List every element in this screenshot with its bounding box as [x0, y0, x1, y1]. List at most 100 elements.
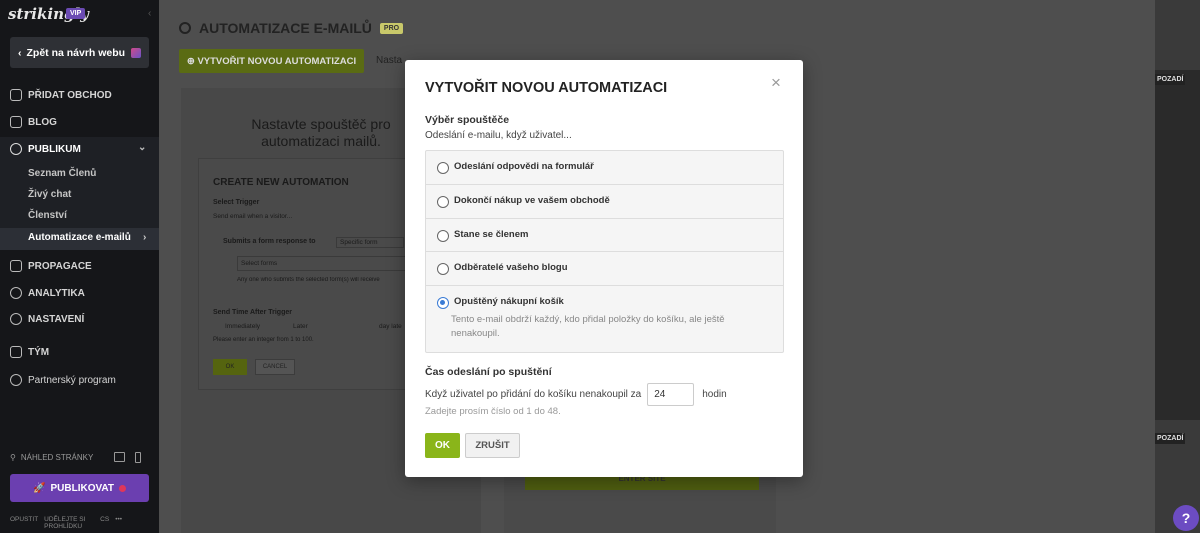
- option-label: Stane se členem: [454, 229, 529, 240]
- radio-button-selected[interactable]: [437, 297, 449, 309]
- sidebar-item-promotion[interactable]: PROPAGACE: [10, 260, 92, 272]
- hours-hint: Zadejte prosím číslo od 1 do 48.: [425, 406, 561, 417]
- sidebar-item-label: BLOG: [28, 116, 57, 128]
- sidebar-item-label: TÝM: [28, 346, 50, 358]
- trigger-subtitle: Odeslání e-mailu, když uživatel...: [425, 130, 572, 141]
- notification-badge: [118, 484, 126, 492]
- bg-select-forms: Select forms: [237, 256, 407, 271]
- sidebar-item-audience[interactable]: PUBLIKUM ⌄: [10, 142, 146, 155]
- sidebar-item-add-store[interactable]: PŘIDAT OBCHOD: [10, 89, 112, 101]
- gear-icon: [10, 313, 22, 325]
- clock-icon: [179, 22, 191, 34]
- option-label: Odběratelé vašeho blogu: [454, 262, 568, 273]
- create-automation-label: VYTVOŘIT NOVOU AUTOMATIZACI: [197, 55, 357, 67]
- sidebar-item-analytics[interactable]: ANALYTIKA: [10, 287, 85, 299]
- hours-suffix: hodin: [702, 389, 727, 400]
- sidebar-item-label: ANALYTIKA: [28, 287, 85, 299]
- sidebar-item-blog[interactable]: BLOG: [10, 116, 57, 128]
- trigger-label: Výběr spouštěče: [425, 114, 510, 126]
- modal-title: VYTVOŘIT NOVOU AUTOMATIZACI: [425, 80, 668, 96]
- more-icon[interactable]: •••: [115, 516, 122, 530]
- background-tag: POZADÍ: [1155, 74, 1186, 85]
- bg-select-trigger: Select Trigger: [213, 199, 260, 206]
- sidebar: strikingly VIP ‹ ‹ Zpět na návrh webu PŘ…: [0, 0, 159, 533]
- bg-any-one: Any one who submits the selected form(s)…: [237, 277, 380, 283]
- search-icon: ⚲: [10, 453, 16, 462]
- bg-days-later: day late: [379, 323, 402, 330]
- back-to-editor-button[interactable]: ‹ Zpět na návrh webu: [10, 37, 149, 68]
- preview-label: NÁHLED STRÁNKY: [20, 453, 94, 462]
- sidebar-item-label: PŘIDAT OBCHOD: [28, 89, 112, 101]
- cancel-button[interactable]: ZRUŠIT: [465, 433, 520, 458]
- chart-pie-icon: [10, 287, 22, 299]
- sidebar-subitem-email-automation[interactable]: Automatizace e-mailů ›: [28, 232, 146, 243]
- publish-label: PUBLIKOVAT: [50, 482, 114, 494]
- send-time-label: Čas odeslání po spuštění: [425, 366, 552, 378]
- background-heading: Nastavte spouštěč pro automatizaci mailů…: [251, 116, 391, 149]
- sidebar-item-partner[interactable]: Partnerský program: [10, 374, 116, 386]
- bg-ok-button: OK: [213, 359, 247, 375]
- create-automation-button[interactable]: ⊕ VYTVOŘIT NOVOU AUTOMATIZACI: [179, 49, 364, 73]
- people-icon: [10, 143, 22, 155]
- sidebar-subitem-membership[interactable]: Členství: [28, 210, 67, 221]
- language-link[interactable]: CS: [100, 516, 109, 530]
- sidebar-subitem-label: Automatizace e-mailů: [28, 232, 131, 243]
- settings-tab[interactable]: Nasta: [376, 55, 402, 66]
- pro-badge: PRO: [379, 22, 404, 34]
- create-automation-modal: VYTVOŘIT NOVOU AUTOMATIZACI × Výběr spou…: [405, 60, 803, 477]
- page-title: AUTOMATIZACE E-MAILŮ PRO: [179, 20, 404, 36]
- send-time-row: Když uživatel po přidání do košíku nenak…: [425, 383, 727, 406]
- chevron-right-icon: ›: [143, 232, 147, 243]
- desktop-icon[interactable]: [114, 452, 125, 462]
- sidebar-item-label: NASTAVENÍ: [28, 313, 85, 325]
- help-button[interactable]: ?: [1173, 505, 1199, 531]
- bg-submits-option: Submits a form response to: [223, 238, 316, 245]
- bg-send-time: Send Time After Trigger: [213, 309, 292, 316]
- sidebar-subitem-members[interactable]: Seznam Členů: [28, 168, 96, 179]
- bg-cancel-label: CANCEL: [262, 364, 288, 370]
- chevron-down-icon: ⌄: [138, 142, 147, 153]
- device-toggle: [114, 452, 141, 463]
- right-preview-strip: POZADÍ POZADÍ: [1155, 0, 1200, 533]
- send-prefix-text: Když uživatel po přidání do košíku nenak…: [425, 389, 642, 400]
- option-label: Odeslání odpovědi na formulář: [454, 161, 594, 172]
- sidebar-subitem-live-chat[interactable]: Živý chat: [28, 189, 71, 200]
- bg-please-enter: Please enter an integer from 1 to 100.: [213, 337, 314, 343]
- trigger-option-blog-subscribers[interactable]: Odběratelé vašeho blogu: [426, 252, 783, 286]
- bg-ok-label: OK: [225, 364, 235, 370]
- store-icon: [10, 89, 22, 101]
- close-icon[interactable]: ×: [771, 73, 781, 93]
- bg-immediately: Immediately: [225, 323, 261, 330]
- sidebar-item-team[interactable]: TÝM: [10, 346, 49, 358]
- site-preview[interactable]: ⚲ NÁHLED STRÁNKY: [10, 453, 93, 462]
- sidebar-item-settings[interactable]: NASTAVENÍ: [10, 313, 84, 325]
- publish-button[interactable]: 🚀 PUBLIKOVAT: [10, 474, 149, 502]
- radio-button[interactable]: [437, 162, 449, 174]
- hours-input[interactable]: [647, 383, 695, 406]
- radio-button[interactable]: [437, 230, 449, 242]
- team-icon: [10, 346, 22, 358]
- exit-link[interactable]: OPUSTIT: [10, 516, 38, 530]
- trigger-option-form-response[interactable]: Odeslání odpovědi na formulář: [426, 151, 783, 185]
- bg-send-when: Send email when a visitor...: [213, 213, 293, 220]
- bg-card-title: CREATE NEW AUTOMATION: [213, 177, 349, 188]
- radio-button[interactable]: [437, 263, 449, 275]
- trigger-option-purchase[interactable]: Dokončí nákup ve vašem obchodě: [426, 185, 783, 219]
- trigger-option-member[interactable]: Stane se členem: [426, 219, 783, 252]
- tour-link[interactable]: UDĚLEJTE SI PROHLÍDKU: [44, 516, 94, 530]
- background-tag: POZADÍ: [1155, 433, 1186, 444]
- pen-icon: [10, 116, 22, 128]
- option-label: Opuštěný nákupní košík: [454, 296, 564, 307]
- sidebar-item-label: Partnerský program: [28, 374, 116, 386]
- mobile-icon[interactable]: [135, 452, 141, 463]
- option-description: Tento e-mail obdrží každý, kdo přidal po…: [451, 314, 725, 339]
- radio-button[interactable]: [437, 196, 449, 208]
- vip-badge: VIP: [66, 8, 86, 19]
- bg-later: Later: [293, 323, 308, 330]
- megaphone-icon: [10, 260, 22, 272]
- sidebar-item-label: PUBLIKUM: [28, 143, 81, 155]
- ok-button[interactable]: OK: [425, 433, 460, 458]
- collapse-sidebar-icon[interactable]: ‹: [148, 8, 151, 19]
- bg-cancel-button: CANCEL: [255, 359, 295, 375]
- plus-icon: ⊕: [186, 55, 198, 67]
